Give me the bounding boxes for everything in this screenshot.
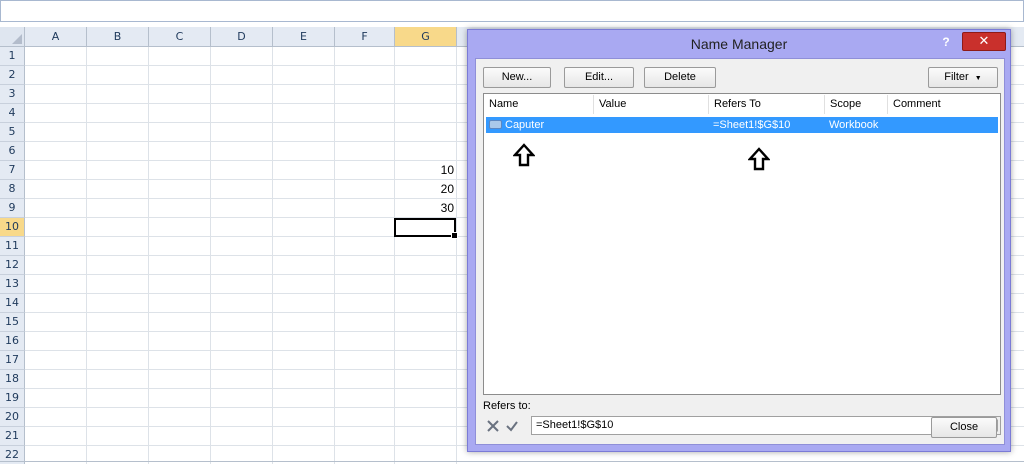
dialog-title: Name Manager — [690, 36, 788, 52]
select-all-corner[interactable] — [0, 27, 25, 47]
row-header-12[interactable]: 12 — [0, 256, 25, 275]
row-header-17[interactable]: 17 — [0, 351, 25, 370]
row-header-13[interactable]: 13 — [0, 275, 25, 294]
up-arrow-icon — [748, 147, 770, 171]
row-header-5[interactable]: 5 — [0, 123, 25, 142]
close-button[interactable]: Close — [931, 417, 997, 438]
row-header-14[interactable]: 14 — [0, 294, 25, 313]
row-header-7[interactable]: 7 — [0, 161, 25, 180]
row-header-15[interactable]: 15 — [0, 313, 25, 332]
column-header-e[interactable]: E — [273, 27, 335, 47]
row-header-19[interactable]: 19 — [0, 389, 25, 408]
close-icon: ✕ — [978, 34, 990, 49]
column-header-c[interactable]: C — [149, 27, 211, 47]
row-header-18[interactable]: 18 — [0, 370, 25, 389]
column-header-name[interactable]: Name — [484, 95, 594, 114]
gridline — [456, 47, 457, 464]
gridline — [148, 47, 149, 464]
row-header-4[interactable]: 4 — [0, 104, 25, 123]
refers-to-label: Refers to: — [483, 400, 531, 412]
sheet-bottom-border — [0, 461, 1024, 462]
cell-g9[interactable]: 30 — [395, 199, 456, 217]
name-manager-dialog: Name Manager ? ✕ New... Edit... Delete F… — [467, 29, 1011, 452]
defined-name-icon — [489, 120, 502, 129]
row-name: Caputer — [505, 119, 545, 131]
up-arrow-icon — [513, 143, 535, 167]
refers-to-edit-controls — [485, 417, 525, 435]
column-header-a[interactable]: A — [25, 27, 87, 47]
formula-bar[interactable] — [0, 0, 1024, 22]
row-header-1[interactable]: 1 — [0, 47, 25, 66]
row-header-6[interactable]: 6 — [0, 142, 25, 161]
column-header-value[interactable]: Value — [594, 95, 709, 114]
filter-button[interactable]: Filter ▼ — [928, 67, 998, 88]
row-header-9[interactable]: 9 — [0, 199, 25, 218]
column-header-b[interactable]: B — [87, 27, 149, 47]
list-item[interactable]: Caputer =Sheet1!$G$10 Workbook — [486, 117, 998, 133]
filter-label: Filter — [944, 71, 969, 83]
column-header-f[interactable]: F — [335, 27, 395, 47]
gridline — [210, 47, 211, 464]
dropdown-arrow-icon: ▼ — [974, 75, 982, 82]
confirm-edit-icon[interactable] — [504, 418, 520, 434]
column-header-scope[interactable]: Scope — [825, 95, 888, 114]
names-list[interactable]: Name Value Refers To Scope Comment Caput… — [483, 93, 1001, 395]
gridline — [334, 47, 335, 464]
column-header-refers-to[interactable]: Refers To — [709, 95, 825, 114]
row-header-16[interactable]: 16 — [0, 332, 25, 351]
close-window-button[interactable]: ✕ — [962, 32, 1006, 51]
dialog-body: New... Edit... Delete Filter ▼ Name Valu… — [475, 58, 1005, 445]
column-header-d[interactable]: D — [211, 27, 273, 47]
cancel-edit-icon[interactable] — [485, 418, 501, 434]
active-cell-g10[interactable] — [394, 218, 458, 239]
cell-g7[interactable]: 10 — [395, 161, 456, 179]
cell-g8[interactable]: 20 — [395, 180, 456, 198]
gridline — [272, 47, 273, 464]
row-refers-to: =Sheet1!$G$10 — [713, 119, 791, 131]
column-header-comment[interactable]: Comment — [888, 95, 998, 114]
row-header-10[interactable]: 10 — [0, 218, 25, 237]
row-header-11[interactable]: 11 — [0, 237, 25, 256]
row-header-20[interactable]: 20 — [0, 408, 25, 427]
row-scope: Workbook — [829, 119, 879, 131]
row-header-8[interactable]: 8 — [0, 180, 25, 199]
refers-to-input[interactable]: =Sheet1!$G$10 — [531, 416, 981, 435]
delete-button[interactable]: Delete — [644, 67, 716, 88]
gridline — [394, 47, 395, 464]
gridline — [86, 47, 87, 464]
help-button[interactable]: ? — [939, 33, 953, 51]
row-header-2[interactable]: 2 — [0, 66, 25, 85]
new-button[interactable]: New... — [483, 67, 551, 88]
row-header-3[interactable]: 3 — [0, 85, 25, 104]
row-header-21[interactable]: 21 — [0, 427, 25, 446]
column-header-g[interactable]: G — [395, 27, 457, 47]
close-button-label: Close — [949, 421, 979, 433]
edit-button[interactable]: Edit... — [564, 67, 634, 88]
